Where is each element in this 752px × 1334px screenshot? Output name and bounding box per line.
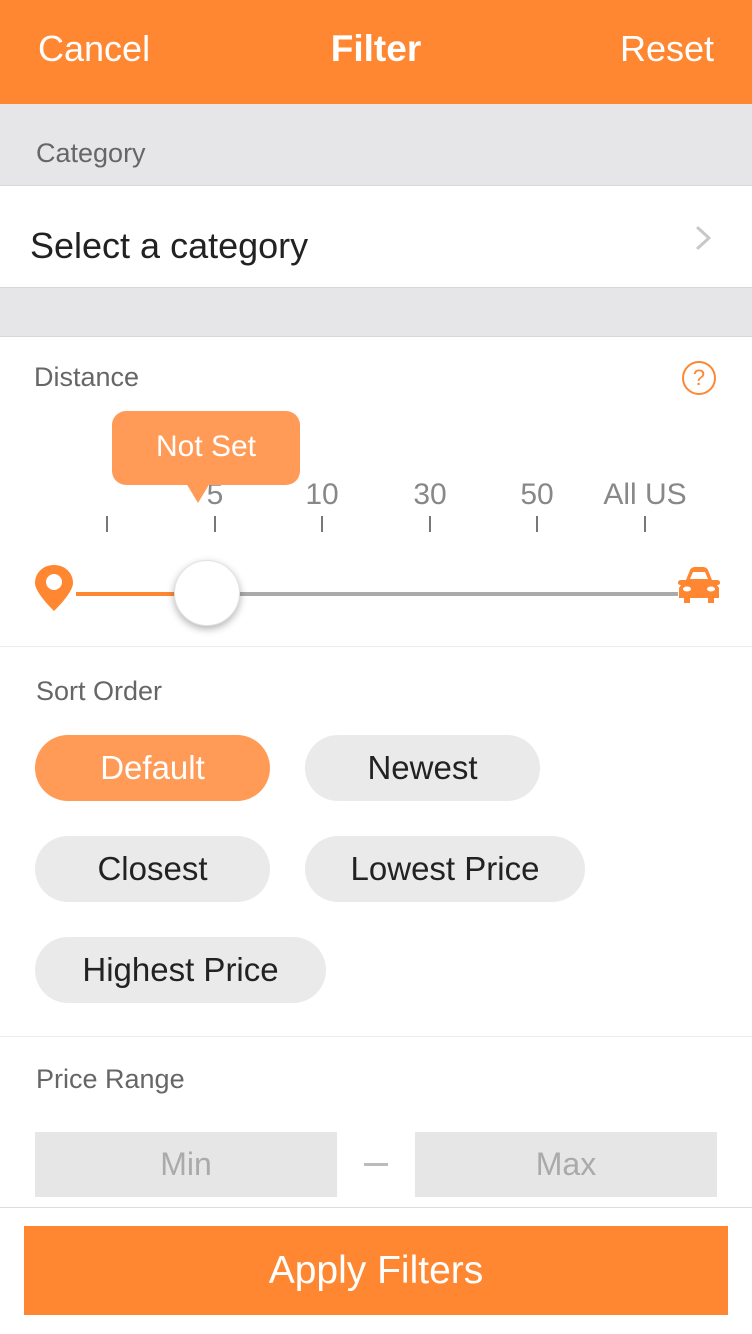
distance-tick [429,516,431,532]
sort-highest-price-chip[interactable]: Highest Price [35,937,326,1003]
map-pin-icon [35,565,73,611]
distance-tick-label: 30 [413,478,447,511]
distance-label: Distance [34,362,140,392]
section-divider [0,646,752,647]
footer-divider [0,1207,752,1208]
category-section-header: Category [0,104,752,186]
distance-tick-label: 10 [305,478,339,511]
chevron-right-icon [696,226,711,250]
section-spacer [0,287,752,337]
category-header-label: Category [36,138,146,168]
nav-bar: Cancel Filter Reset [0,0,752,104]
distance-slider-thumb[interactable] [174,560,240,626]
sort-default-chip[interactable]: Default [35,735,270,801]
distance-value-tooltip: Not Set [112,411,300,503]
cancel-button[interactable]: Cancel [38,28,150,70]
select-category-label: Select a category [30,225,309,266]
sort-newest-chip[interactable]: Newest [305,735,540,801]
distance-tick [106,516,108,532]
distance-tick [644,516,646,532]
sort-lowest-price-chip[interactable]: Lowest Price [305,836,585,902]
price-min-input[interactable] [35,1132,337,1197]
range-separator [364,1163,388,1166]
price-max-input[interactable] [415,1132,717,1197]
select-category-row[interactable]: Select a category [0,187,752,287]
sort-closest-chip[interactable]: Closest [35,836,270,902]
distance-tick [321,516,323,532]
sort-order-label: Sort Order [36,676,163,706]
distance-tick-label: All US [603,478,687,511]
price-range-label: Price Range [36,1064,185,1094]
apply-filters-button[interactable]: Apply Filters [24,1226,728,1315]
reset-button[interactable]: Reset [620,28,714,70]
distance-tick [214,516,216,532]
car-icon [678,567,720,603]
distance-tick-label: 50 [520,478,554,511]
distance-tick [536,516,538,532]
section-divider [0,1036,752,1037]
slider-track[interactable] [208,592,678,596]
help-icon[interactable]: ? [682,361,716,395]
